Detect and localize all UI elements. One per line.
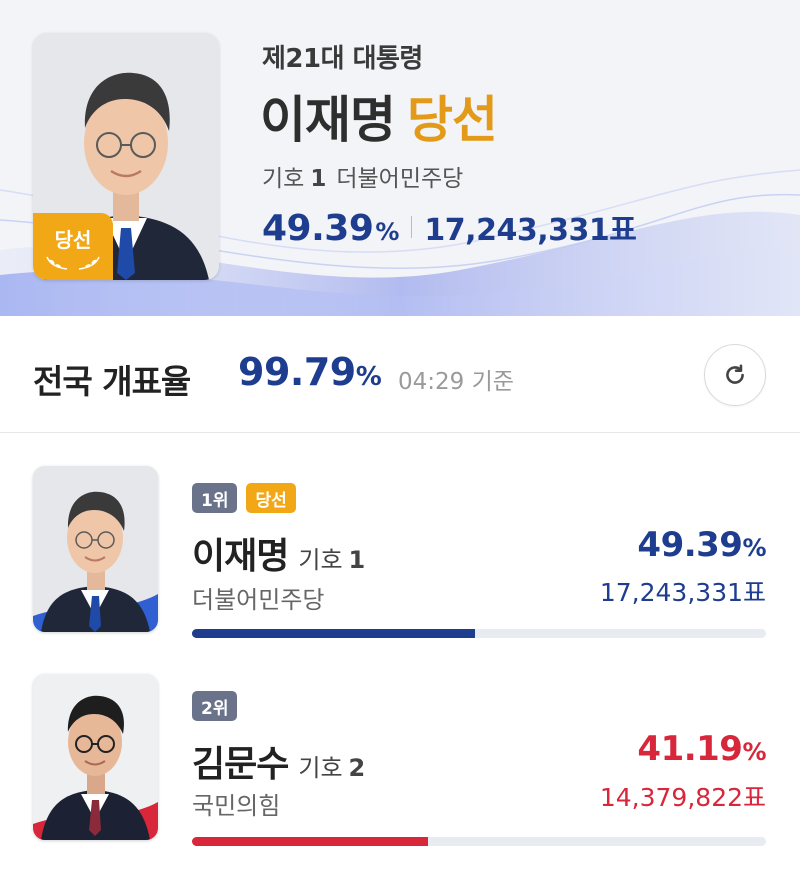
candidate-row[interactable]: 1위 당선 이재명 기호 1 더불어민주당 49.39% 17,243,331표 — [0, 433, 800, 638]
candidate-percent: 49.39 — [637, 525, 743, 565]
candidate-name-row: 이재명 기호 1 — [192, 527, 365, 579]
vote-share-fill — [192, 629, 476, 638]
candidate-name-row: 김문수 기호 2 — [192, 735, 365, 787]
candidate-badges: 2위 — [192, 691, 238, 721]
vote-share-fill — [192, 837, 429, 846]
candidate-number-label: 기호 — [298, 754, 343, 782]
winner-result: 당선 — [407, 91, 498, 149]
candidate-votes: 14,379,822표 — [599, 783, 766, 812]
candidate-percent-group: 41.19% — [637, 729, 766, 769]
candidate-votes: 17,243,331표 — [599, 578, 766, 607]
candidate-party: 국민의힘 — [192, 792, 281, 820]
candidate-portrait — [33, 466, 158, 632]
candidate-percent-unit: % — [742, 534, 766, 562]
count-percent-group: 99.79% — [238, 350, 382, 394]
winner-percent-unit: % — [375, 218, 400, 246]
winner-votes: 17,243,331표 — [424, 213, 637, 248]
candidate-percent-unit: % — [742, 738, 766, 766]
rank-badge: 1위 — [192, 483, 238, 513]
winner-photo-badge: 당선 — [33, 213, 113, 280]
winner-hero: 당선 제21대 대통령 이재명 당선 기호 1 더불어민주당 49.39% 17,24… — [0, 0, 800, 316]
candidate-number-label: 기호 — [298, 546, 343, 574]
winner-party: 더불어민주당 — [336, 166, 464, 192]
rank-badge: 2위 — [192, 691, 238, 721]
count-percent: 99.79 — [238, 350, 356, 394]
candidate-number: 2 — [348, 754, 366, 782]
vote-share-bar — [192, 629, 766, 638]
election-title: 제21대 대통령 — [262, 44, 423, 74]
winner-number: 1 — [310, 166, 327, 192]
candidate-portrait — [33, 674, 158, 840]
winner-photo-badge-label: 당선 — [54, 228, 92, 252]
won-badge: 당선 — [246, 483, 296, 513]
winner-number-label: 기호 — [262, 166, 305, 192]
refresh-icon — [726, 364, 744, 384]
candidate-name: 이재명 — [192, 536, 289, 577]
vote-share-bar — [192, 837, 766, 846]
candidate-party: 더불어민주당 — [192, 586, 325, 614]
winner-percent: 49.39 — [262, 208, 374, 249]
winner-name: 이재명 — [260, 91, 396, 149]
winner-stats: 49.39% 17,243,331표 — [262, 205, 637, 249]
count-percent-unit: % — [355, 362, 382, 392]
count-label: 전국 개표율 — [33, 362, 191, 401]
count-timestamp: 04:29 기준 — [398, 369, 514, 395]
refresh-button[interactable] — [704, 344, 766, 406]
candidate-number: 1 — [348, 546, 366, 574]
winner-party-row: 기호 1 더불어민주당 — [262, 159, 463, 193]
candidate-percent: 41.19 — [637, 729, 743, 769]
candidate-row[interactable]: 2위 김문수 기호 2 국민의힘 41.19% 14,379,822표 — [0, 641, 800, 846]
laurel-icon — [46, 256, 100, 270]
candidate-percent-group: 49.39% — [637, 525, 766, 565]
winner-headline: 이재명 당선 — [260, 80, 498, 152]
candidate-name: 김문수 — [192, 744, 289, 785]
stats-divider — [411, 216, 413, 238]
candidate-badges: 1위 당선 — [192, 483, 296, 513]
